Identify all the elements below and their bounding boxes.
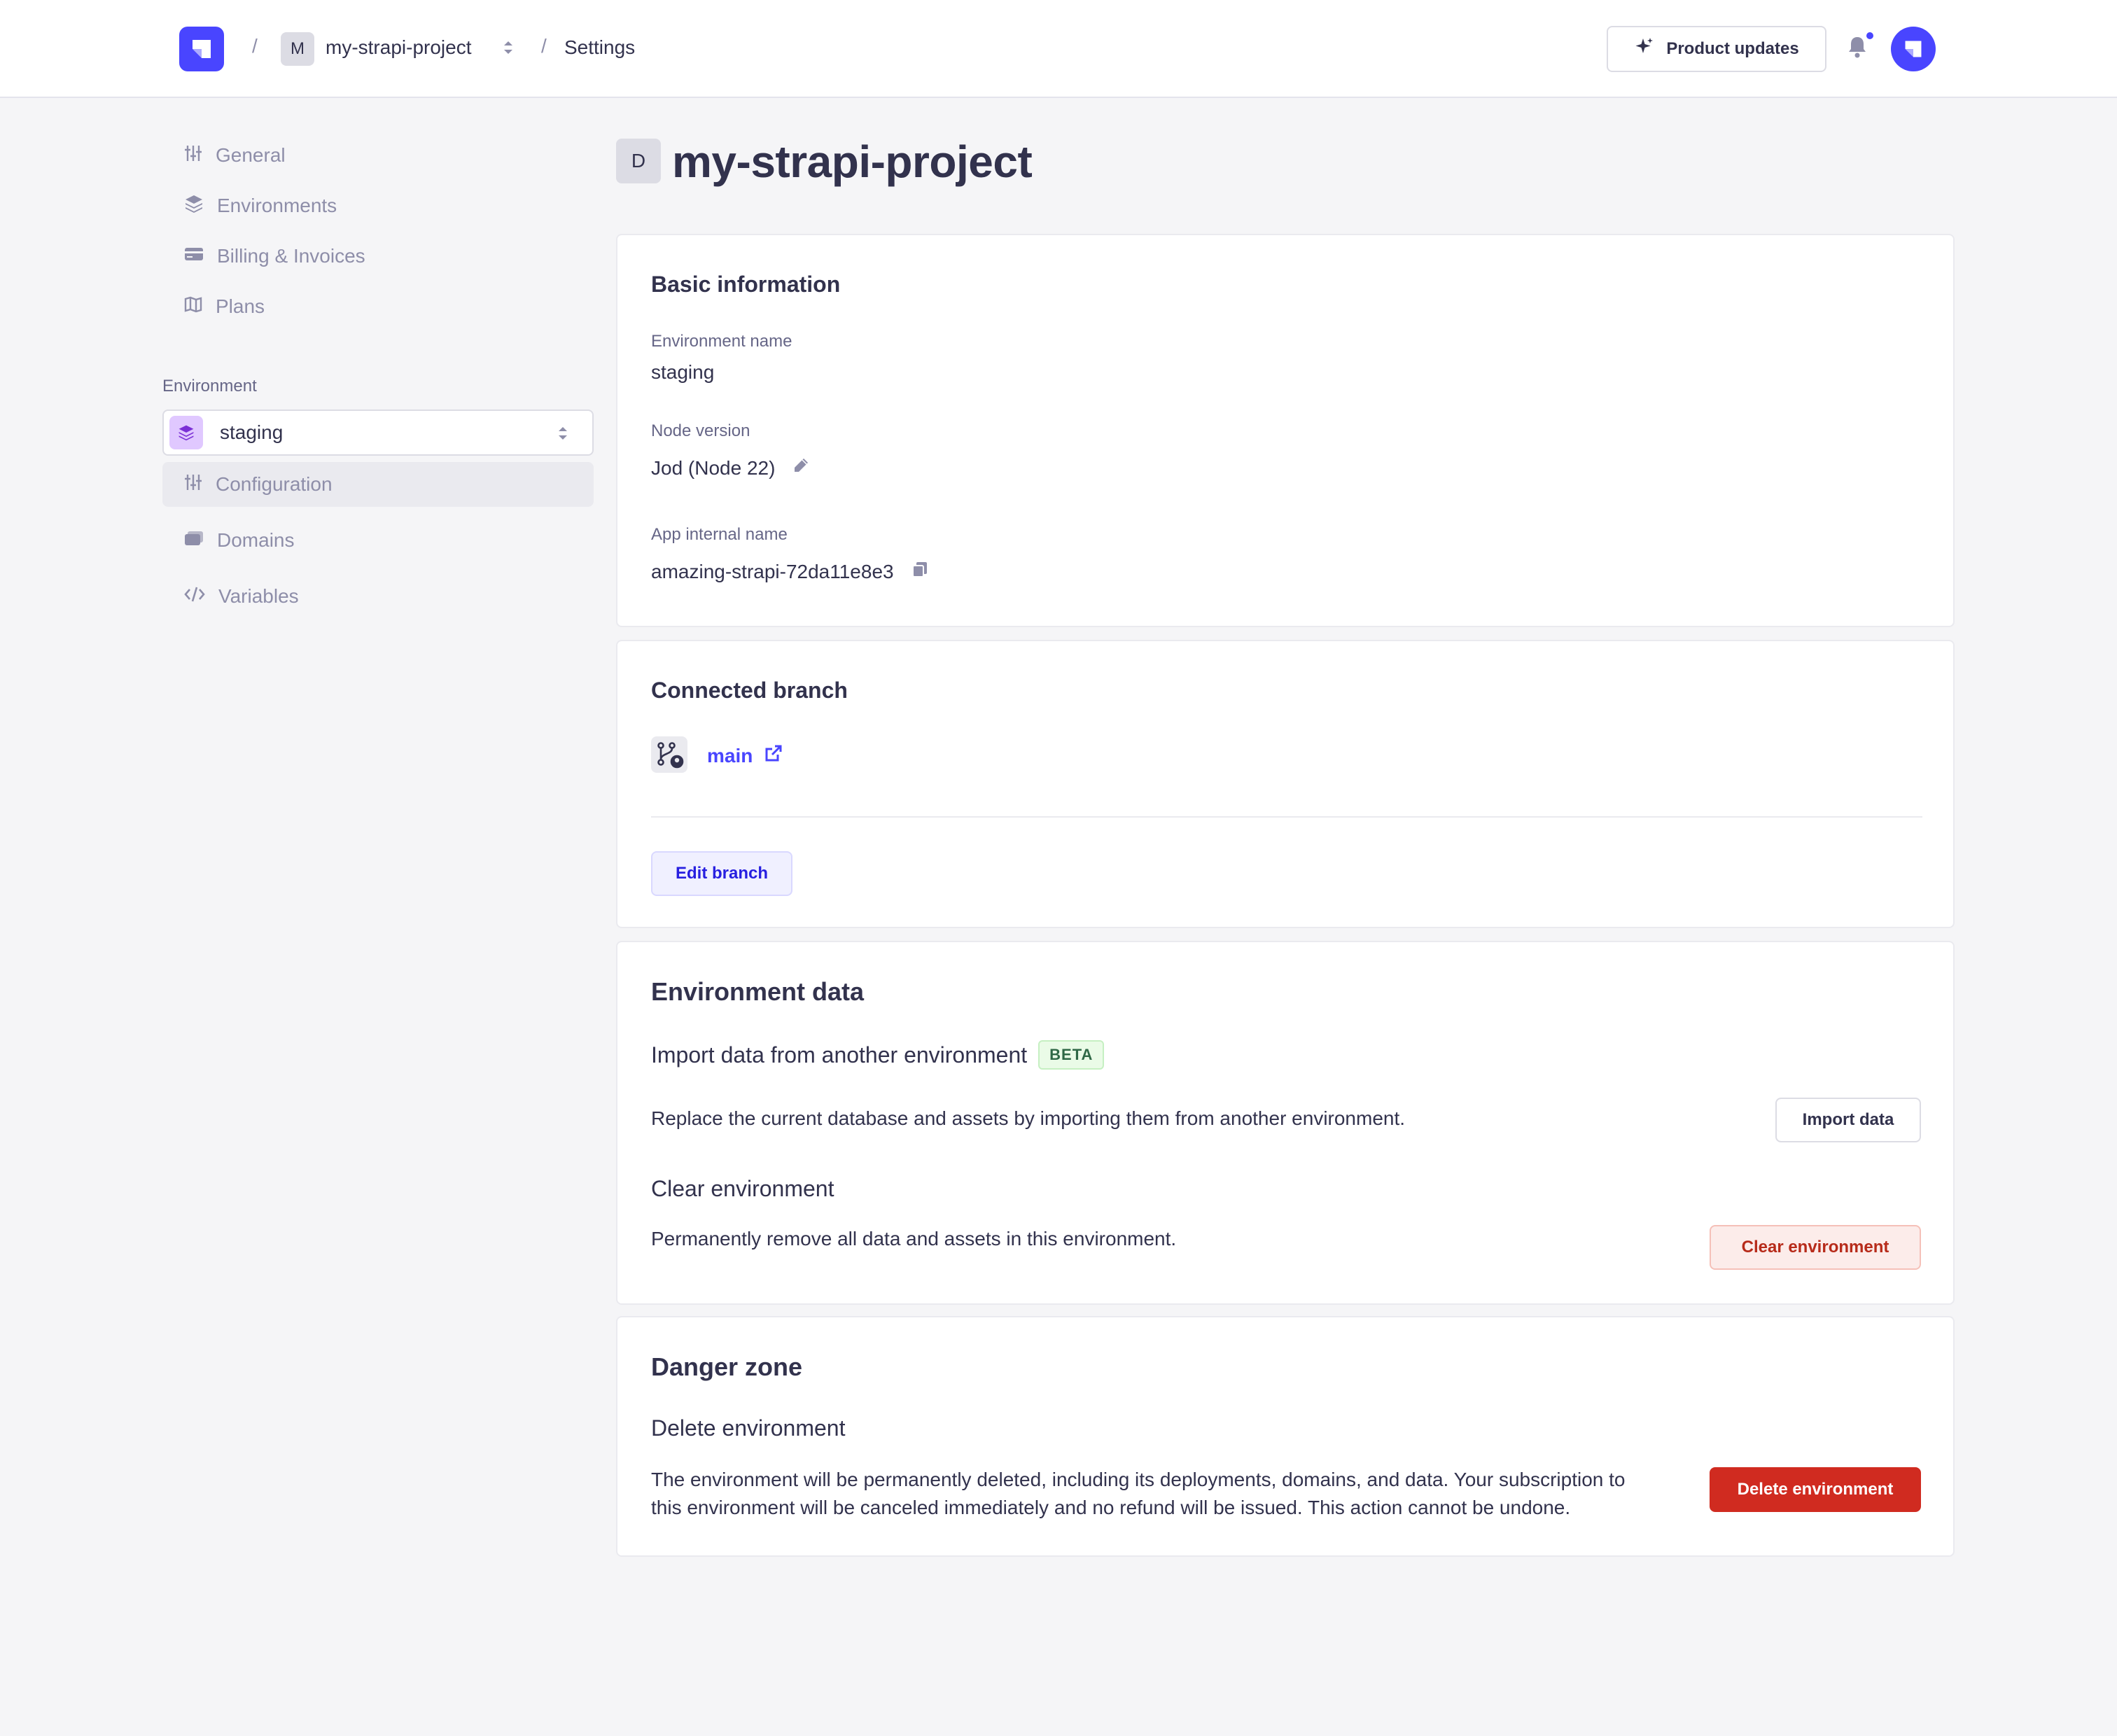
import-data-description: Replace the current database and assets … [651, 1107, 1406, 1129]
project-switch-chevrons-icon[interactable] [498, 36, 518, 62]
sliders-icon [183, 472, 203, 497]
environment-name-value: staging [651, 361, 715, 383]
sidebar-item-domains[interactable]: Domains [162, 518, 594, 563]
sidebar-item-label: Configuration [216, 473, 333, 495]
project-initial-chip: M [281, 32, 314, 66]
breadcrumb-project-name[interactable]: my-strapi-project [326, 36, 471, 59]
sidebar-item-plans[interactable]: Plans [162, 284, 594, 329]
app-internal-name-row: amazing-strapi-72da11e8e3 [651, 560, 929, 583]
delete-environment-button[interactable]: Delete environment [1710, 1467, 1921, 1512]
breadcrumb-settings: Settings [564, 36, 636, 58]
app-internal-name-value: amazing-strapi-72da11e8e3 [651, 560, 894, 582]
sidebar-item-label: Domains [217, 529, 295, 551]
layers-icon [169, 416, 203, 449]
code-icon [183, 584, 206, 609]
layers-icon [183, 193, 204, 219]
sidebar-item-label: General [216, 144, 286, 166]
node-version-value: Jod (Node 22) [651, 456, 776, 479]
clear-environment-description: Permanently remove all data and assets i… [651, 1228, 1177, 1250]
sidebar-item-label: Environments [217, 195, 337, 216]
breadcrumb-separator: / [252, 35, 258, 57]
strapi-logo-icon[interactable] [179, 27, 224, 71]
node-version-row: Jod (Node 22) [651, 456, 810, 479]
card-title: Environment data [651, 977, 865, 1006]
map-icon [183, 295, 203, 319]
connected-branch-card: Connected branch main Edit branch [616, 640, 1955, 928]
notification-dot [1866, 32, 1873, 39]
environment-select-value: staging [220, 421, 284, 443]
delete-environment-text-line: this environment will be canceled immedi… [651, 1497, 1571, 1518]
delete-environment-heading: Delete environment [651, 1415, 846, 1441]
breadcrumb-separator: / [541, 35, 547, 57]
sliders-icon [183, 144, 203, 168]
import-data-button[interactable]: Import data [1775, 1098, 1921, 1142]
edit-branch-button[interactable]: Edit branch [651, 851, 792, 896]
import-data-title: Import data from another environment [651, 1042, 1028, 1068]
copy-icon[interactable] [911, 560, 929, 583]
sidebar-item-variables[interactable]: Variables [162, 574, 594, 619]
branch-name: main [707, 744, 753, 766]
sidebar-item-environments[interactable]: Environments [162, 183, 594, 228]
beta-badge: BETA [1038, 1040, 1105, 1070]
basic-information-card: Basic information Environment name stagi… [616, 234, 1955, 627]
delete-environment-text-line: The environment will be permanently dele… [651, 1469, 1626, 1490]
sidebar-item-general[interactable]: General [162, 133, 594, 178]
card-title: Basic information [651, 272, 841, 297]
app-internal-name-label: App internal name [651, 525, 788, 544]
import-data-heading: Import data from another environment BET… [651, 1040, 1105, 1070]
credit-card-icon [183, 244, 204, 269]
product-updates-button[interactable]: Product updates [1607, 26, 1826, 72]
user-avatar[interactable] [1891, 27, 1936, 71]
clear-environment-heading: Clear environment [651, 1176, 834, 1201]
danger-zone-card: Danger zone Delete environment The envir… [616, 1316, 1955, 1557]
bell-icon[interactable] [1847, 35, 1868, 62]
pencil-icon[interactable] [792, 456, 810, 479]
external-link-icon [764, 743, 783, 768]
environment-select[interactable]: staging [162, 410, 594, 456]
divider [651, 816, 1922, 818]
environment-initial-chip: D [616, 139, 661, 183]
environment-name-label: Environment name [651, 332, 792, 351]
sidebar-item-label: Variables [218, 585, 299, 607]
chevron-up-down-icon [553, 422, 573, 448]
node-version-label: Node version [651, 421, 750, 440]
domains-icon [183, 528, 204, 553]
sidebar-item-billing[interactable]: Billing & Invoices [162, 234, 594, 279]
environment-label: Environment [162, 377, 257, 396]
clear-environment-button[interactable]: Clear environment [1710, 1225, 1921, 1270]
card-title: Connected branch [651, 678, 848, 703]
sidebar-item-label: Billing & Invoices [217, 245, 365, 267]
card-title: Danger zone [651, 1352, 803, 1381]
git-branch-github-icon [651, 736, 687, 773]
page-title: my-strapi-project [672, 136, 1033, 187]
sidebar-item-configuration[interactable]: Configuration [162, 462, 594, 507]
product-updates-label: Product updates [1666, 39, 1799, 58]
branch-link[interactable]: main [707, 743, 783, 768]
environment-data-card: Environment data Import data from anothe… [616, 941, 1955, 1305]
sparkle-icon [1634, 36, 1655, 62]
top-header: / M my-strapi-project / Settings Product… [0, 0, 2117, 98]
delete-environment-description: The environment will be permanently dele… [651, 1466, 1625, 1522]
sidebar-item-label: Plans [216, 295, 265, 317]
